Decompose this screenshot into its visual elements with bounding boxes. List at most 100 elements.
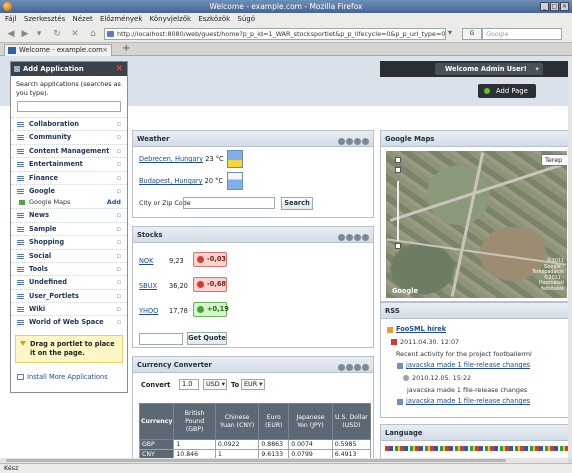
rss-feed-title-link[interactable]: FooSML hírek: [396, 325, 446, 333]
category-wiki[interactable]: Wiki ◽: [11, 302, 127, 315]
close-tab-icon[interactable]: ×: [102, 45, 108, 56]
application-search-input[interactable]: [17, 101, 121, 112]
portlet-config-icon[interactable]: [338, 138, 345, 145]
stop-icon[interactable]: ✕: [70, 29, 80, 39]
url-bar[interactable]: http://localhost:8080/web/guest/home?p_p…: [104, 28, 446, 40]
menu-help[interactable]: Súgó: [237, 13, 255, 25]
category-icon: [17, 226, 24, 232]
category-entertainment[interactable]: Entertainment ◽: [11, 157, 127, 170]
category-icon: [17, 135, 24, 141]
expand-icon: ◽: [116, 174, 121, 182]
install-more-applications-link[interactable]: Install More Applications: [17, 373, 127, 381]
home-icon[interactable]: ⌂: [88, 29, 98, 39]
category-news[interactable]: News ◽: [11, 208, 127, 221]
add-application-link[interactable]: Add: [107, 197, 121, 208]
new-tab-icon[interactable]: +: [122, 43, 130, 55]
menu-bookmarks[interactable]: Könyvjelzők: [150, 13, 191, 25]
category-tools[interactable]: Tools ◽: [11, 261, 127, 275]
menu-view[interactable]: Nézet: [72, 13, 92, 25]
portlet-minimize-icon[interactable]: [346, 138, 353, 145]
portlet-close-icon[interactable]: [362, 234, 369, 241]
close-icon[interactable]: ✕: [115, 62, 123, 76]
to-label: To: [231, 381, 240, 389]
portlet-maximize-icon[interactable]: [354, 138, 361, 145]
weather-city-link[interactable]: Debrecen, Hungary: [139, 155, 203, 163]
stock-symbol-input[interactable]: [139, 333, 183, 345]
add-application-header: Add Application ✕: [11, 62, 127, 76]
portlet-header: Currency Converter: [133, 357, 373, 373]
menu-file[interactable]: Fájl: [5, 13, 17, 25]
portlet-config-icon[interactable]: [338, 234, 345, 241]
maximize-icon[interactable]: □: [550, 2, 559, 11]
web-search-input[interactable]: Google: [482, 28, 562, 40]
map-type-button[interactable]: Terep: [541, 154, 567, 166]
dropdown-icon[interactable]: ▾: [448, 28, 458, 40]
welcome-user-menu[interactable]: Welcome Admin User! ▾: [435, 63, 543, 75]
menu-edit[interactable]: Szerkesztés: [24, 13, 65, 25]
search-engine-selector[interactable]: G: [462, 28, 482, 40]
portlet-minimize-icon[interactable]: [346, 364, 353, 371]
site-identity-icon[interactable]: [107, 31, 114, 37]
forward-icon[interactable]: ▶: [20, 29, 30, 39]
category-label: Tools: [29, 264, 48, 273]
scrollbar-thumb[interactable]: [6, 459, 506, 462]
stock-symbol-link[interactable]: NOK: [139, 257, 153, 265]
category-world-of-web-space[interactable]: World of Web Space ◽: [11, 315, 127, 328]
expand-icon: ◽: [116, 134, 121, 142]
category-undefined[interactable]: Undefined ◽: [11, 275, 127, 288]
stocks-portlet: Stocks NOK 9,23 -0,03 SBUX 36,20 -0,68 Y…: [132, 226, 374, 348]
minimize-icon[interactable]: _: [540, 2, 549, 11]
get-quote-button[interactable]: Get Quote: [187, 332, 227, 345]
welcome-label: Welcome Admin User!: [445, 65, 527, 73]
category-user-portlets[interactable]: User_Portlets ◽: [11, 288, 127, 302]
city-input[interactable]: [183, 197, 275, 209]
portlet-maximize-icon[interactable]: [354, 234, 361, 241]
category-social[interactable]: Social ◽: [11, 248, 127, 262]
weather-search-button[interactable]: Search: [281, 197, 313, 210]
application-google-maps[interactable]: Google Maps Add: [11, 197, 127, 208]
rss-item-link[interactable]: javacska made 1 file-release changes: [406, 397, 530, 405]
application-label: Google Maps: [29, 198, 71, 207]
stock-change-value: -0,68: [207, 280, 227, 288]
reload-icon[interactable]: ↻: [52, 29, 62, 39]
add-page-button[interactable]: Add Page: [478, 84, 536, 98]
zoom-out-icon[interactable]: [395, 243, 401, 249]
stock-symbol-link[interactable]: SBUX: [139, 282, 157, 290]
zoom-slider[interactable]: [397, 181, 399, 241]
category-sample[interactable]: Sample ◽: [11, 221, 127, 235]
map-view[interactable]: Terep Google ©2011 Google - Térképadatok…: [386, 151, 567, 298]
weather-city-link[interactable]: Budapest, Hungary: [139, 177, 203, 185]
from-currency-select[interactable]: USD ▾: [203, 379, 227, 390]
amount-input[interactable]: 1.0: [179, 379, 199, 390]
stock-symbol-link[interactable]: YHOO: [139, 307, 158, 315]
menu-tools[interactable]: Eszközök: [198, 13, 230, 25]
expand-icon: ◽: [116, 279, 121, 287]
history-dropdown-icon[interactable]: ▾: [34, 29, 44, 39]
category-label: Community: [29, 133, 72, 142]
stock-change-badge: +0,19: [193, 302, 229, 317]
category-icon: [17, 240, 24, 246]
category-community[interactable]: Community ◽: [11, 130, 127, 143]
tab-welcome[interactable]: Welcome - example.com ×: [4, 44, 112, 56]
category-finance[interactable]: Finance ◽: [11, 170, 127, 184]
vertical-scrollbar[interactable]: [568, 56, 572, 458]
category-google[interactable]: Google ◽: [11, 183, 127, 197]
close-window-icon[interactable]: ×: [560, 2, 569, 11]
back-icon[interactable]: ◀: [6, 29, 16, 39]
rss-item-link[interactable]: javacska made 1 file-release changes: [406, 361, 530, 369]
portlet-close-icon[interactable]: [362, 138, 369, 145]
category-collaboration[interactable]: Collaboration ◽: [11, 117, 127, 130]
portlet-maximize-icon[interactable]: [354, 364, 361, 371]
rss-item-date: 2010.12.05. 15:22: [412, 374, 472, 382]
portlet-minimize-icon[interactable]: [346, 234, 353, 241]
pan-up-icon[interactable]: [395, 157, 401, 163]
language-flags[interactable]: [385, 446, 568, 451]
category-content-management[interactable]: Content Management ◽: [11, 143, 127, 157]
zoom-in-icon[interactable]: [395, 167, 401, 173]
category-shopping[interactable]: Shopping ◽: [11, 235, 127, 248]
portlet-config-icon[interactable]: [338, 364, 345, 371]
menu-history[interactable]: Előzmények: [100, 13, 142, 25]
expand-icon: ◽: [116, 306, 121, 314]
to-currency-select[interactable]: EUR ▾: [241, 379, 265, 390]
portlet-close-icon[interactable]: [362, 364, 369, 371]
